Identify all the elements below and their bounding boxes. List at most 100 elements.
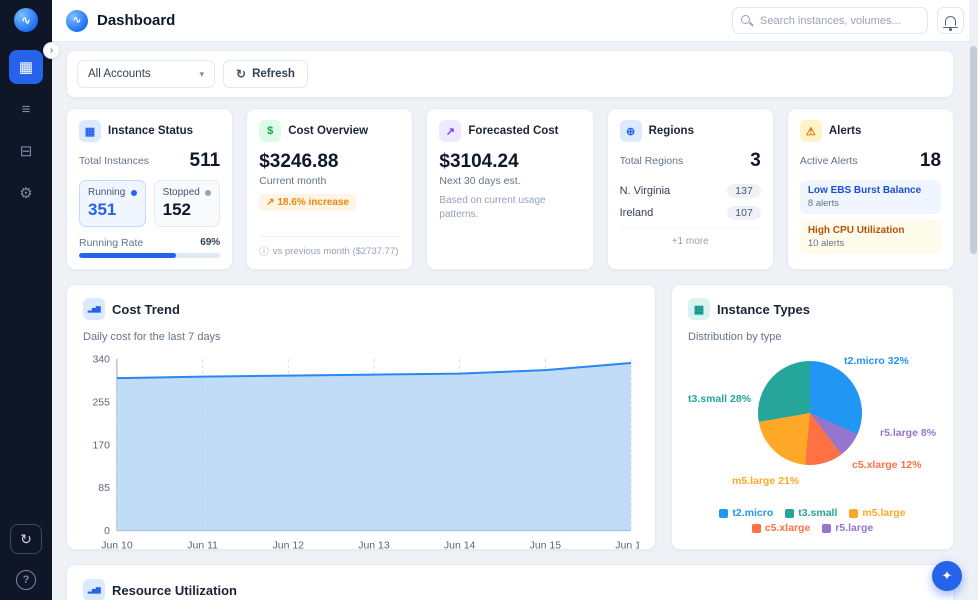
pie-label-t3.small: t3.small 28% xyxy=(688,393,751,405)
svg-text:170: 170 xyxy=(92,440,110,451)
alert-subtitle: 10 alerts xyxy=(808,238,933,249)
instance-status-icon: ▦ xyxy=(79,120,101,142)
legend-swatch-icon xyxy=(849,509,858,518)
stopped-tile: Stopped 152 xyxy=(154,180,221,227)
sidebar-item-instances[interactable]: ≡ xyxy=(9,92,43,126)
total-regions-label: Total Regions xyxy=(620,155,684,167)
alerts-card: ⚠ Alerts Active Alerts 18 Low EBS Burst … xyxy=(787,108,954,270)
cost-trend-area-chart: 085170255340Jun 10Jun 11Jun 12Jun 13Jun … xyxy=(83,349,639,557)
charts-row: ▂▅▇ Cost Trend Daily cost for the last 7… xyxy=(66,284,954,550)
alert-item[interactable]: Low EBS Burst Balance 8 alerts xyxy=(800,180,941,214)
regions-more-link[interactable]: +1 more xyxy=(620,228,761,247)
active-alerts-label: Active Alerts xyxy=(800,155,858,167)
region-name: N. Virginia xyxy=(620,185,671,197)
legend-label: m5.large xyxy=(862,507,905,519)
running-rate-label: Running Rate xyxy=(79,237,143,249)
cost-change-badge: ↗ 18.6% increase xyxy=(259,194,356,211)
legend-item-r5.large[interactable]: r5.large xyxy=(822,522,873,534)
cost-trend-subtitle: Daily cost for the last 7 days xyxy=(83,331,639,343)
card-title: Regions xyxy=(649,125,694,137)
legend-swatch-icon xyxy=(822,524,831,533)
logo-glyph: ∿ xyxy=(73,15,81,26)
account-filter-select[interactable]: All Accounts ▾ xyxy=(77,60,215,88)
sidebar-item-dashboard[interactable]: ▦ xyxy=(9,50,43,84)
svg-text:Jun 10: Jun 10 xyxy=(101,541,133,552)
running-tile: Running 351 xyxy=(79,180,146,227)
svg-text:Jun 15: Jun 15 xyxy=(530,541,562,552)
running-label: Running xyxy=(88,187,125,198)
resource-utilization-card: ▂▅▇ Resource Utilization xyxy=(66,564,954,600)
card-title: Cost Overview xyxy=(288,125,368,137)
total-instances-label: Total Instances xyxy=(79,155,149,167)
total-instances-value: 511 xyxy=(190,150,221,172)
instance-types-icon: ▦ xyxy=(688,298,710,320)
card-title: Cost Trend xyxy=(112,302,180,317)
legend-swatch-icon xyxy=(785,509,794,518)
page-scrollbar xyxy=(969,0,978,600)
bell-icon xyxy=(945,16,956,26)
legend-swatch-icon xyxy=(752,524,761,533)
region-count-badge: 137 xyxy=(727,184,761,198)
dashboard-grid-icon: ▦ xyxy=(19,58,33,76)
region-row: Ireland 107 xyxy=(620,202,761,224)
stopped-value: 152 xyxy=(163,200,212,220)
stopped-indicator-icon xyxy=(205,190,211,196)
pie-label-r5.large: r5.large 8% xyxy=(880,427,936,439)
pie-legend: t2.micro t3.small m5.large c5.xlarge r5.larg… xyxy=(688,507,937,534)
gear-icon: ⚙ xyxy=(19,184,32,202)
sidebar-collapse-button[interactable]: › xyxy=(43,42,60,59)
instance-types-subtitle: Distribution by type xyxy=(688,331,937,343)
refresh-button[interactable]: ↻ Refresh xyxy=(223,60,308,88)
info-icon: ⓘ xyxy=(259,244,269,258)
sidebar-help-button[interactable]: ? xyxy=(16,570,36,590)
legend-item-t3.small[interactable]: t3.small xyxy=(785,507,837,519)
globe-icon: ⊕ xyxy=(620,120,642,142)
cost-trend-icon: ▂▅▇ xyxy=(83,298,105,320)
active-alerts-value: 18 xyxy=(920,150,941,172)
sidebar: ∿ ▦ ≡ ⊟ ⚙ ↻ ? xyxy=(0,0,52,600)
alert-item[interactable]: High CPU Utilization 10 alerts xyxy=(800,220,941,254)
sparkle-icon: ✦ xyxy=(942,568,953,584)
regions-card: ⊕ Regions Total Regions 3 N. Virginia 13… xyxy=(607,108,774,270)
alert-title: Low EBS Burst Balance xyxy=(808,185,933,196)
card-title: Instance Status xyxy=(108,125,193,137)
region-row: N. Virginia 137 xyxy=(620,180,761,202)
forecast-period: Next 30 days est. xyxy=(439,175,580,187)
total-regions-value: 3 xyxy=(750,150,761,172)
svg-text:Jun 12: Jun 12 xyxy=(273,541,305,552)
assistant-fab-button[interactable]: ✦ xyxy=(932,561,962,591)
sidebar-refresh-button[interactable]: ↻ xyxy=(10,524,42,554)
pie-label-c5.xlarge: c5.xlarge 12% xyxy=(852,459,921,471)
instance-types-pie-chart: t2.micro 32%r5.large 8%c5.xlarge 12%m5.l… xyxy=(688,351,937,497)
stopped-label: Stopped xyxy=(163,187,200,198)
search-input[interactable] xyxy=(732,7,928,34)
legend-item-t2.micro[interactable]: t2.micro xyxy=(719,507,773,519)
legend-item-c5.xlarge[interactable]: c5.xlarge xyxy=(752,522,811,534)
notifications-button[interactable] xyxy=(937,7,964,34)
app-logo-icon: ∿ xyxy=(14,8,38,32)
running-rate-bar-fill xyxy=(79,253,176,258)
storage-drive-icon: ⊟ xyxy=(20,142,33,160)
chevron-down-icon: ▾ xyxy=(199,69,204,80)
svg-text:Jun 11: Jun 11 xyxy=(187,541,218,552)
card-title: Forecasted Cost xyxy=(468,125,558,137)
sidebar-item-volumes[interactable]: ⊟ xyxy=(9,134,43,168)
sidebar-item-settings[interactable]: ⚙ xyxy=(9,176,43,210)
alert-title: High CPU Utilization xyxy=(808,225,933,236)
card-title: Alerts xyxy=(829,125,862,137)
forecasted-cost-card: ↗ Forecasted Cost $3104.24 Next 30 days … xyxy=(426,108,593,270)
help-icon: ? xyxy=(23,574,30,586)
alert-subtitle: 8 alerts xyxy=(808,198,933,209)
scrollbar-thumb[interactable] xyxy=(970,46,977,254)
pie-graphic[interactable] xyxy=(758,361,862,465)
refresh-icon: ↻ xyxy=(20,531,32,548)
filter-toolbar: All Accounts ▾ ↻ Refresh xyxy=(66,50,954,98)
running-indicator-icon xyxy=(131,190,137,196)
svg-text:Jun 13: Jun 13 xyxy=(358,541,390,552)
cost-overview-card: $ Cost Overview $3246.88 Current month ↗… xyxy=(246,108,413,270)
cost-trend-card: ▂▅▇ Cost Trend Daily cost for the last 7… xyxy=(66,284,656,550)
warning-triangle-icon: ⚠ xyxy=(800,120,822,142)
running-rate-value: 69% xyxy=(200,237,220,249)
forecast-note: Based on current usage patterns. xyxy=(439,194,580,221)
legend-item-m5.large[interactable]: m5.large xyxy=(849,507,905,519)
